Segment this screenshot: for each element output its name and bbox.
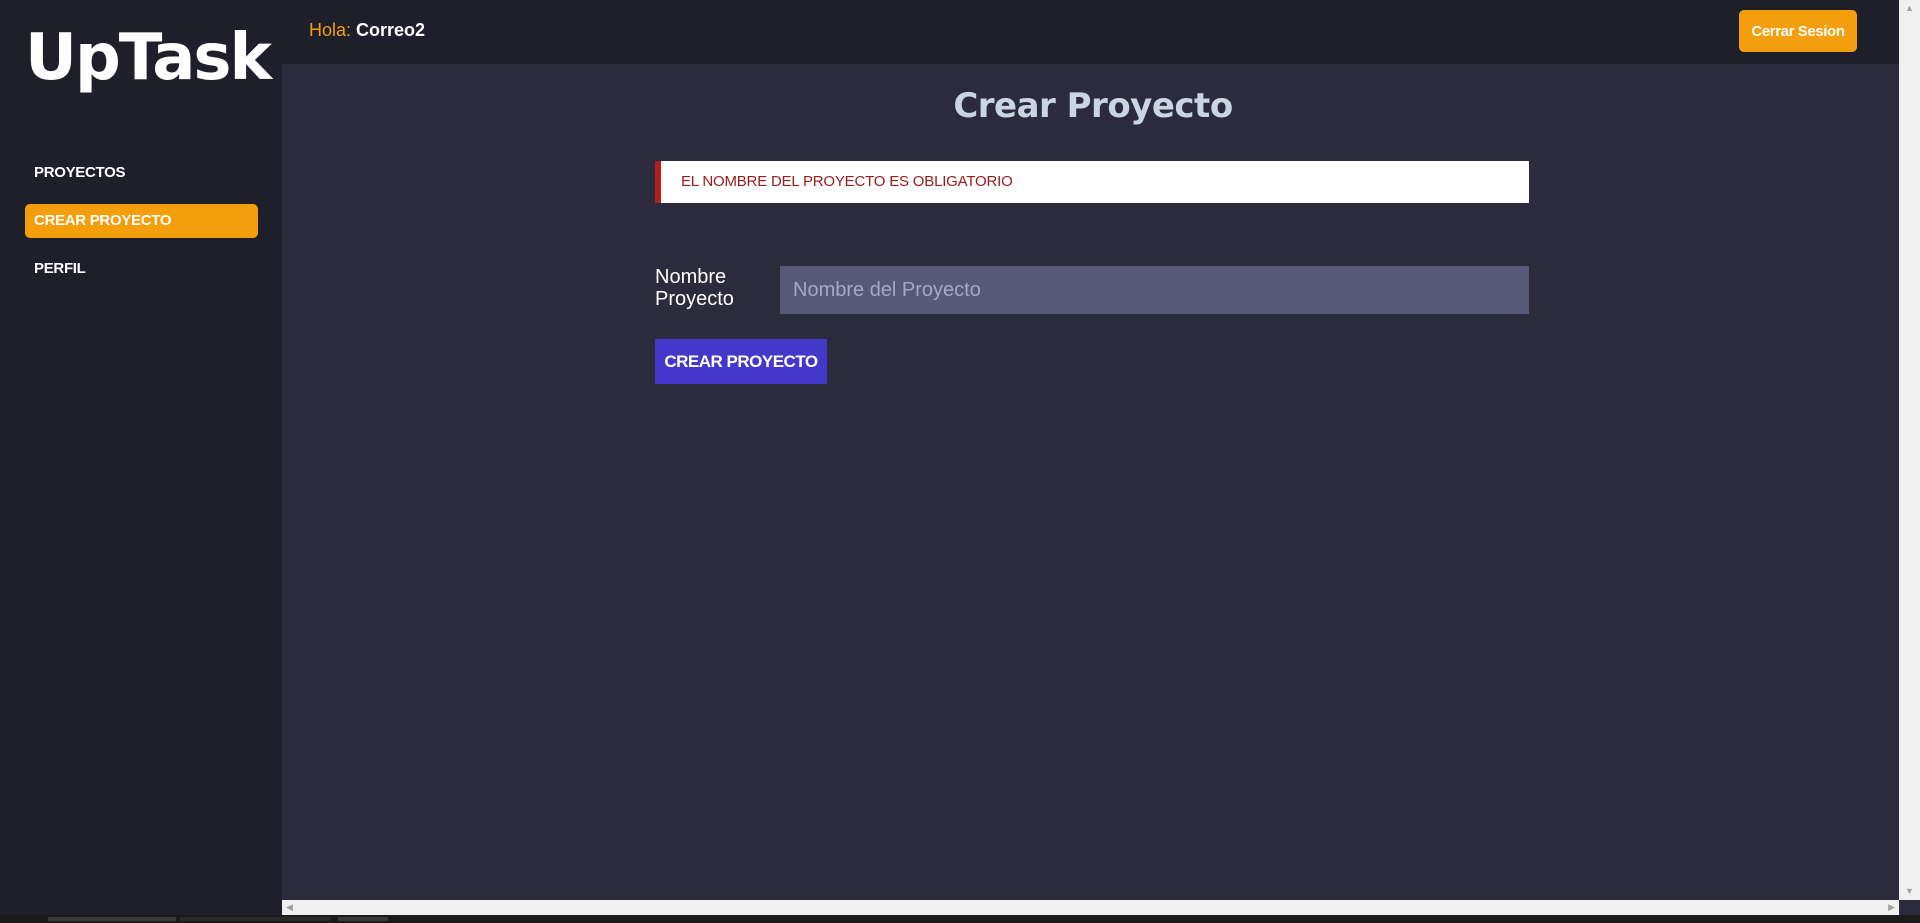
taskbar-item[interactable] [48, 917, 176, 921]
sidebar: UpTask Proyectos Crear Proyecto Perfil [0, 0, 282, 923]
app-logo: UpTask [25, 21, 272, 95]
project-name-label: Nombre Proyecto [655, 266, 734, 310]
project-name-input[interactable] [780, 266, 1529, 314]
vertical-scrollbar[interactable]: ▲ ▼ [1899, 0, 1920, 900]
error-alert: El nombre del proyecto es obligatorio [655, 161, 1529, 203]
taskbar-item[interactable] [180, 917, 330, 921]
greeting: Hola: Correo2 [309, 20, 425, 41]
scroll-left-icon[interactable]: ◀ [286, 903, 293, 912]
scroll-down-icon[interactable]: ▼ [1905, 887, 1914, 896]
horizontal-scrollbar[interactable]: ◀ ▶ [282, 900, 1899, 915]
scroll-up-icon[interactable]: ▲ [1905, 4, 1914, 13]
greeting-prefix: Hola: [309, 20, 352, 40]
scroll-right-icon[interactable]: ▶ [1888, 903, 1895, 912]
sidebar-item-crear-proyecto[interactable]: Crear Proyecto [25, 204, 258, 238]
create-project-button[interactable]: Crear Proyecto [655, 339, 827, 384]
sidebar-item-proyectos[interactable]: Proyectos [25, 156, 258, 190]
taskbar [0, 915, 1920, 923]
taskbar-item[interactable] [338, 917, 388, 921]
sidebar-nav: Proyectos Crear Proyecto Perfil [25, 156, 258, 300]
logout-button[interactable]: Cerrar Sesion [1739, 10, 1857, 52]
username: Correo2 [356, 20, 426, 40]
main-content: Crear Proyecto El nombre del proyecto es… [282, 64, 1899, 900]
sidebar-item-perfil[interactable]: Perfil [25, 252, 258, 286]
page-title: Crear Proyecto [953, 86, 1233, 126]
topbar: Hola: Correo2 Cerrar Sesion [282, 0, 1899, 64]
